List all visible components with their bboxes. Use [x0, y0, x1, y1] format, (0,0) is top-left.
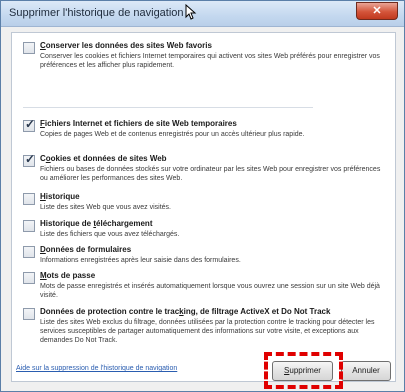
option-description: Liste des fichiers que vous avez télécha… [40, 231, 180, 238]
option-title: Données de formulaires [40, 245, 132, 254]
divider [23, 107, 313, 108]
checkmark-icon: ✓ [25, 152, 36, 166]
option-title: Historique de téléchargement [40, 219, 153, 228]
title-bar[interactable]: Supprimer l'historique de navigation ✕ [1, 1, 404, 27]
option-description: Fichiers ou bases de données stockés sur… [40, 166, 381, 182]
window-title: Supprimer l'historique de navigation [9, 7, 184, 19]
option-title: Cookies et données de sites Web [40, 154, 167, 163]
close-icon: ✕ [372, 5, 382, 17]
close-button[interactable]: ✕ [356, 2, 398, 20]
cancel-button[interactable]: Annuler [341, 361, 391, 381]
option-title: Historique [40, 192, 80, 201]
option-description: Liste des sites Web que vous avez visité… [40, 204, 171, 211]
checkbox-preserve-favorites[interactable] [23, 42, 35, 54]
checkbox-passwords[interactable] [23, 272, 35, 284]
checkmark-icon: ✓ [25, 117, 36, 131]
option-title: Fichiers Internet et fichiers de site We… [40, 119, 237, 128]
delete-browsing-history-dialog: Supprimer l'historique de navigation ✕ C… [0, 0, 405, 392]
checkbox-form-data[interactable] [23, 246, 35, 258]
checkbox-cookies[interactable]: ✓ [23, 152, 36, 167]
option-description: Conserver les cookies et fichiers Intern… [40, 53, 380, 69]
option-title: Mots de passe [40, 271, 96, 280]
option-description: Liste des sites Web exclus du filtrage, … [40, 319, 375, 344]
option-title: Conserver les données des sites Web favo… [40, 41, 212, 50]
option-description: Copies de pages Web et de contenus enreg… [40, 131, 305, 138]
option-description: Mots de passe enregistrés et insérés aut… [40, 283, 380, 299]
checkbox-download-history[interactable] [23, 220, 35, 232]
options-panel: Conserver les données des sites Web favo… [11, 32, 396, 382]
option-description: Informations enregistrées après leur sai… [40, 257, 241, 264]
option-title: Données de protection contre le tracking… [40, 307, 331, 316]
highlight-annotation [264, 352, 343, 389]
checkbox-tracking-protection[interactable] [23, 308, 35, 320]
checkbox-temporary-files[interactable]: ✓ [23, 117, 36, 132]
mouse-cursor-icon [185, 4, 197, 20]
checkbox-history[interactable] [23, 193, 35, 205]
help-link[interactable]: Aide sur la suppression de l'historique … [16, 365, 177, 372]
